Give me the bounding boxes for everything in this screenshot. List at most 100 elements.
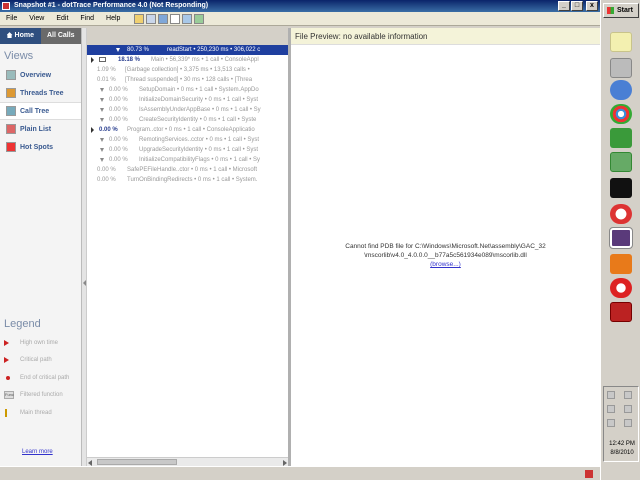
tray-icon[interactable] — [607, 405, 615, 413]
media-player-icon[interactable] — [610, 128, 632, 148]
horizontal-scrollbar[interactable] — [87, 457, 288, 466]
tab-all-calls[interactable]: All Calls — [40, 28, 81, 44]
home-icon — [6, 32, 13, 39]
minimize-button[interactable]: _ — [558, 1, 570, 11]
app-icon[interactable] — [610, 254, 632, 274]
console-icon[interactable] — [610, 178, 632, 198]
nav-item-threads-tree[interactable]: Threads Tree — [0, 84, 81, 102]
nav-item-overview[interactable]: Overview — [0, 66, 81, 84]
row-percent: 0.00 % — [109, 107, 128, 113]
tree-row[interactable]: 0.00 % CreateSecurityIdentity • 0 ms • 1… — [87, 115, 288, 125]
tree-row[interactable]: 1.09 % [Garbage collection] • 3,375 ms •… — [87, 65, 288, 75]
row-percent: 0.00 % — [97, 177, 116, 183]
close-button[interactable]: x — [586, 1, 598, 11]
app-icon[interactable] — [610, 80, 632, 100]
learn-more-link[interactable]: Learn more — [22, 449, 53, 455]
tree-row[interactable]: 0.00 % SetupDomain • 0 ms • 1 call • Sys… — [87, 85, 288, 95]
expand-icon[interactable] — [91, 127, 94, 133]
menu-help[interactable]: Help — [100, 15, 126, 22]
export-icon[interactable] — [194, 13, 205, 24]
nav-item-plain-list[interactable]: Plain List — [0, 120, 81, 138]
tree-row[interactable]: 0.00 % InitializeCompatibilityFlags • 0 … — [87, 155, 288, 165]
tab-home[interactable]: Home — [0, 28, 41, 44]
collapse-arrow-icon[interactable] — [83, 280, 86, 286]
clock-date[interactable]: 8/8/2010 — [604, 450, 640, 456]
tab-home-label: Home — [14, 32, 34, 39]
tree-row[interactable]: 0.01 % [Thread suspended] • 30 ms • 128 … — [87, 75, 288, 85]
nav-item-hot-spots[interactable]: Hot Spots — [0, 138, 81, 156]
row-arrow-icon — [100, 158, 104, 162]
chrome-icon[interactable] — [610, 104, 632, 124]
clock-time[interactable]: 12:42 PM — [604, 441, 640, 447]
expand-icon[interactable] — [91, 57, 94, 63]
legend-item: High own time — [4, 334, 80, 352]
error-icon[interactable] — [585, 470, 593, 478]
row-text: IsAssemblyUnderAppBase • 0 ms • 1 call •… — [139, 107, 261, 113]
options-icon[interactable] — [182, 13, 193, 24]
pdb-message: Cannot find PDB file for C:\Windows\Micr… — [291, 242, 600, 269]
window-title: Snapshot #1 - dotTrace Performance 4.0 (… — [14, 2, 209, 9]
view-toggle-icon[interactable] — [170, 13, 181, 24]
system-tray: 12:42 PM 8/8/2010 — [603, 386, 639, 462]
filter-icon[interactable] — [158, 13, 169, 24]
row-arrow-icon — [100, 118, 104, 122]
tree-row[interactable]: 0.00 % IsAssemblyUnderAppBase • 0 ms • 1… — [87, 105, 288, 115]
start-button[interactable]: Start — [603, 3, 639, 18]
legend-label: End of critical path — [20, 374, 70, 381]
tree-row[interactable]: 0.00 % Program..ctor • 0 ms • 1 call • C… — [87, 125, 288, 135]
legend-title: Legend — [4, 318, 41, 330]
open-snapshot-icon[interactable] — [134, 13, 145, 24]
tray-icon[interactable] — [607, 391, 615, 399]
threads-tree-icon — [6, 88, 16, 98]
browse-link[interactable]: (browse...) — [430, 261, 461, 268]
app-icon[interactable] — [610, 204, 632, 224]
notes-app-icon[interactable] — [610, 32, 632, 52]
row-percent: 0.00 % — [109, 157, 128, 163]
tree-row[interactable]: 0.00 % InitializeDomainSecurity • 0 ms •… — [87, 95, 288, 105]
tree-row[interactable]: 0.00 % RemotingServices..cctor • 0 ms • … — [87, 135, 288, 145]
nav-item-label: Plain List — [20, 125, 52, 133]
save-icon[interactable] — [146, 13, 157, 24]
tree-row[interactable]: 18.18 % Main • 56,339* ms • 1 call • Con… — [87, 55, 288, 65]
legend-label: High own time — [20, 339, 59, 346]
row-text: SafePEFileHandle..ctor • 0 ms • 1 call •… — [127, 167, 258, 173]
call-tree: 80.73 % readStart • 250,230 ms • 306,022… — [87, 45, 288, 457]
app-icon[interactable] — [610, 302, 632, 322]
scrollbar-thumb[interactable] — [97, 459, 177, 465]
tree-row[interactable]: 0.00 % SafePEFileHandle..ctor • 0 ms • 1… — [87, 165, 288, 175]
menu-file[interactable]: File — [0, 15, 23, 22]
row-text: TurnOnBindingRedirects • 0 ms • 1 call •… — [127, 177, 258, 183]
app-icon[interactable] — [610, 152, 632, 172]
call-tree-icon — [6, 106, 16, 116]
row-percent: 0.00 % — [97, 167, 116, 173]
title-bar[interactable]: Snapshot #1 - dotTrace Performance 4.0 (… — [0, 0, 600, 12]
app-icon[interactable] — [610, 278, 632, 298]
tree-row[interactable]: 0.00 % TurnOnBindingRedirects • 0 ms • 1… — [87, 175, 288, 185]
legend-item: Critical path — [4, 352, 80, 370]
tree-row[interactable]: 0.00 % UpgradeSecurityIdentity • 0 ms • … — [87, 145, 288, 155]
menu-find[interactable]: Find — [74, 15, 100, 22]
main-thread-icon — [4, 408, 14, 417]
window-controls: _ □ x — [558, 1, 598, 11]
volume-icon[interactable] — [624, 419, 632, 427]
tray-icon[interactable] — [624, 391, 632, 399]
dottrace-icon[interactable] — [609, 227, 633, 249]
windows-app-icon[interactable] — [610, 58, 632, 78]
legend-label: Critical path — [20, 357, 52, 364]
nav-item-call-tree[interactable]: Call Tree — [0, 102, 81, 120]
row-percent: 0.00 % — [109, 97, 128, 103]
maximize-button[interactable]: □ — [571, 1, 583, 11]
tray-icon[interactable] — [607, 419, 615, 427]
row-text: UpgradeSecurityIdentity • 0 ms • 1 call … — [139, 147, 259, 153]
hot-spots-icon — [6, 142, 16, 152]
file-preview-header: File Preview: no available information — [291, 28, 600, 45]
row-text: SetupDomain • 0 ms • 1 call • System.App… — [139, 87, 259, 93]
tree-row[interactable]: 80.73 % readStart • 250,230 ms • 306,022… — [87, 45, 288, 55]
menu-edit[interactable]: Edit — [50, 15, 74, 22]
menu-view[interactable]: View — [23, 15, 50, 22]
row-text: [Thread suspended] • 30 ms • 128 calls •… — [125, 77, 253, 83]
legend-item: Func Filtered function — [4, 387, 80, 405]
critical-path-icon — [4, 356, 14, 364]
row-percent: 1.09 % — [97, 67, 116, 73]
tray-icon[interactable] — [624, 405, 632, 413]
